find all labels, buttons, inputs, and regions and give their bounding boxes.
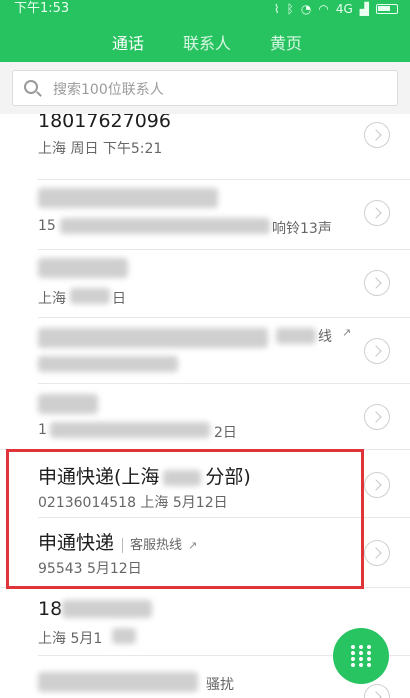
blurred-name (38, 672, 198, 692)
call-number: 18017627096 (38, 114, 171, 132)
call-log-list: 18017627096 ↗ 上海 周日 下午5:21 15 响铃13声 上海 日… (0, 114, 410, 698)
call-row[interactable]: 1 2日 (0, 384, 410, 450)
call-detail-chevron-icon[interactable] (364, 404, 390, 430)
blurred-detail (50, 422, 210, 438)
call-detail: 上海 5月1 (38, 631, 103, 647)
blurred-name (38, 328, 268, 348)
blurred-name (38, 188, 218, 208)
call-detail-chevron-icon[interactable] (364, 122, 390, 148)
call-number: 18 (38, 598, 63, 620)
blurred-name (38, 258, 128, 278)
battery-icon (376, 4, 398, 14)
dialpad-icon (351, 645, 371, 667)
call-detail-chevron-icon[interactable] (364, 540, 390, 566)
call-extra: 响铃13声 (272, 221, 332, 237)
call-row[interactable]: 上海 日 (0, 250, 410, 318)
call-detail-chevron-icon[interactable] (364, 684, 390, 698)
status-time: 下午1:53 (14, 1, 70, 16)
call-detail-chevron-icon[interactable] (364, 270, 390, 296)
call-detail: 上海 (38, 291, 66, 307)
signal-icon: ▟ (359, 2, 369, 16)
call-detail: 15 (38, 218, 56, 234)
blurred-tag (276, 328, 316, 344)
call-row[interactable]: 15 响铃13声 (0, 180, 410, 250)
search-icon (24, 80, 38, 94)
blurred-detail (112, 628, 136, 644)
blurred-name (62, 600, 152, 618)
search-placeholder: 搜索100位联系人 (53, 82, 164, 98)
vibrate-icon: ⌇ (273, 2, 280, 16)
tab-contacts[interactable]: 联系人 (183, 30, 231, 54)
tab-calls[interactable]: 通话 (112, 30, 144, 54)
status-icons: ⌇ ᛒ ◔ ◠ 4G ▟ (274, 0, 398, 18)
call-detail-chevron-icon[interactable] (364, 200, 390, 226)
alarm-icon: ◔ (300, 2, 312, 16)
call-row[interactable]: 18017627096 ↗ 上海 周日 下午5:21 (0, 114, 410, 180)
wifi-icon: ◠ (318, 2, 329, 16)
blurred-detail (70, 288, 110, 304)
search-area: 搜索100位联系人 (0, 62, 410, 114)
call-extra: 2日 (214, 425, 237, 441)
call-detail-chevron-icon[interactable] (364, 338, 390, 364)
blurred-name (38, 394, 98, 414)
outgoing-arrow-icon: ↗ (342, 326, 352, 339)
search-input[interactable]: 搜索100位联系人 (12, 70, 398, 106)
call-detail-chevron-icon[interactable] (364, 472, 390, 498)
call-row[interactable]: 线 ↗ (0, 318, 410, 384)
call-extra: 骚扰 (206, 677, 234, 693)
tab-yellow-pages[interactable]: 黄页 (270, 30, 302, 54)
call-extra: 线 (318, 329, 332, 345)
tab-bar: 通话 联系人 黄页 (0, 20, 410, 62)
signal-label: 4G (335, 2, 353, 16)
status-bar: 下午1:53 ⌇ ᛒ ◔ ◠ 4G ▟ (0, 0, 410, 20)
blurred-detail (38, 356, 178, 372)
call-detail: 上海 周日 下午5:21 (38, 141, 163, 157)
bluetooth-icon: ᛒ (286, 2, 294, 16)
call-detail: 1 (38, 422, 47, 438)
blurred-detail (60, 218, 270, 234)
call-extra: 日 (112, 291, 126, 307)
dialpad-button[interactable] (333, 628, 389, 684)
highlight-box (6, 449, 364, 589)
outgoing-arrow-icon: ↗ (166, 114, 175, 119)
